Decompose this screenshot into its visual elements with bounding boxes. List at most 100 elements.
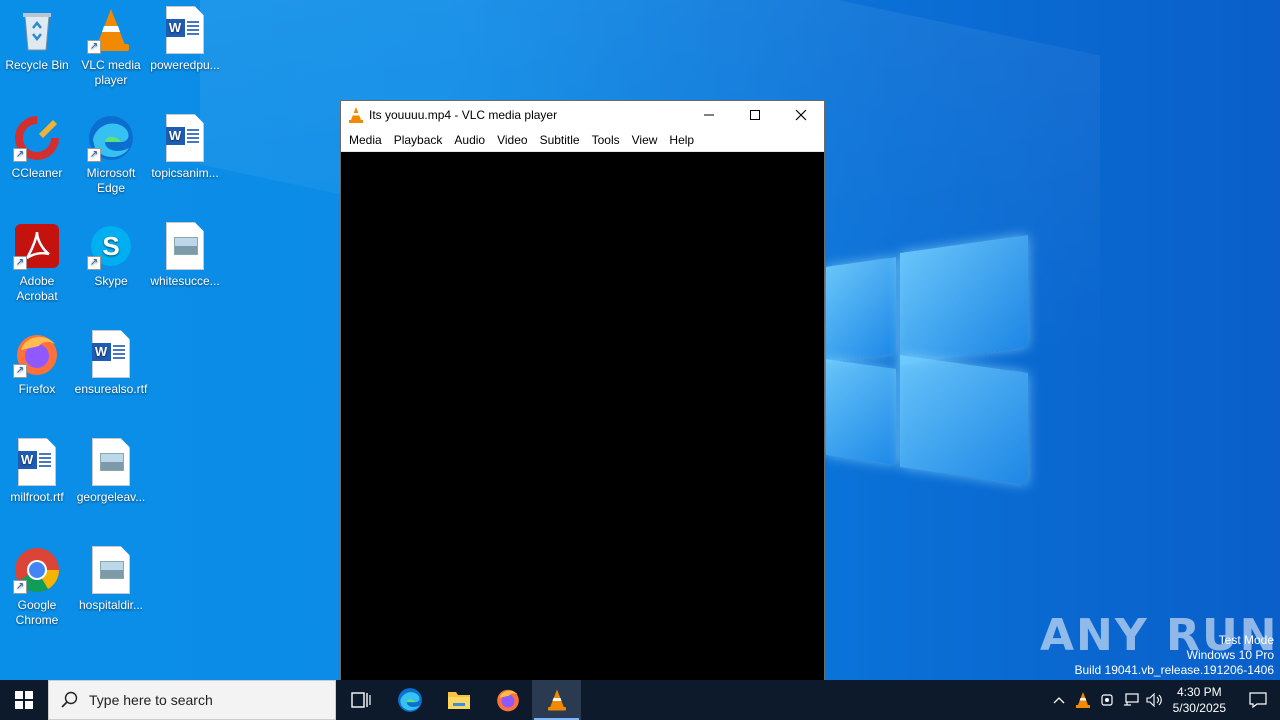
- taskbar-vlc[interactable]: [532, 680, 581, 720]
- desktop-icon-hospitaldir[interactable]: hospitaldir...: [74, 540, 148, 613]
- notification-icon: [1249, 692, 1267, 708]
- close-icon: [795, 109, 807, 121]
- search-icon: [61, 691, 78, 708]
- desktop-icon-ensurealso[interactable]: W ensurealso.rtf: [74, 324, 148, 397]
- task-view-button[interactable]: [336, 680, 385, 720]
- menu-view[interactable]: View: [626, 133, 664, 147]
- vlc-cone-icon: [1075, 692, 1090, 708]
- shortcut-arrow-icon: ↗: [13, 580, 27, 594]
- desktop-icon-label: Skype: [94, 274, 128, 288]
- tray-network[interactable]: [1119, 680, 1143, 720]
- desktop-icon-label: VLC media player: [81, 58, 141, 87]
- video-area[interactable]: [341, 152, 824, 684]
- word-document-icon: W: [87, 330, 135, 378]
- desktop-icon-label: Google Chrome: [15, 598, 59, 627]
- folder-icon: [447, 692, 470, 709]
- tray-volume[interactable]: [1143, 680, 1167, 720]
- network-icon: [1123, 693, 1139, 706]
- desktop-icon-label: Recycle Bin: [5, 58, 69, 72]
- desktop-icon-label: ensurealso.rtf: [74, 382, 148, 396]
- show-hidden-icons-button[interactable]: [1047, 680, 1071, 720]
- close-button[interactable]: [778, 101, 824, 129]
- minimize-icon: [704, 114, 714, 116]
- windows-watermark: Test Mode Windows 10 Pro Build 19041.vb_…: [1075, 633, 1275, 678]
- desktop-icon-microsoft-edge[interactable]: ↗ Microsoft Edge: [74, 108, 148, 196]
- menu-audio[interactable]: Audio: [448, 133, 491, 147]
- clock-time: 4:30 PM: [1176, 685, 1222, 699]
- word-document-icon: W: [161, 114, 209, 162]
- edge-icon: [397, 688, 422, 712]
- adobe-acrobat-icon: ↗: [13, 222, 61, 270]
- firefox-icon: ↗: [13, 330, 61, 378]
- chrome-icon: ↗: [13, 546, 61, 594]
- system-tray: 4:30 PM 5/30/2025: [1047, 680, 1280, 720]
- desktop-icon-label: CCleaner: [11, 166, 63, 180]
- shortcut-arrow-icon: ↗: [13, 256, 27, 270]
- minimize-button[interactable]: [686, 101, 732, 129]
- task-view-icon: [350, 692, 371, 708]
- desktop-icon-label: hospitaldir...: [78, 598, 144, 612]
- desktop-icon-adobe-acrobat[interactable]: ↗ Adobe Acrobat: [0, 216, 74, 304]
- word-document-icon: W: [13, 438, 61, 486]
- desktop-icon-milfroot[interactable]: W milfroot.rtf: [0, 432, 74, 505]
- maximize-button[interactable]: [732, 101, 778, 129]
- windows-start-icon: [15, 691, 33, 709]
- desktop-icon-label: Adobe Acrobat: [16, 274, 58, 303]
- device-icon: [1101, 694, 1113, 706]
- desktop-icon-label: Microsoft Edge: [86, 166, 136, 195]
- vlc-menu-bar: Media Playback Audio Video Subtitle Tool…: [341, 129, 824, 152]
- vlc-title-bar[interactable]: Its youuuu.mp4 - VLC media player: [341, 101, 824, 129]
- skype-icon: S ↗: [87, 222, 135, 270]
- desktop-icon-vlc[interactable]: ↗ VLC media player: [74, 0, 148, 88]
- vlc-window[interactable]: Its youuuu.mp4 - VLC media player Media …: [340, 100, 825, 685]
- menu-video[interactable]: Video: [491, 133, 533, 147]
- edge-icon: ↗: [87, 114, 135, 162]
- menu-subtitle[interactable]: Subtitle: [534, 133, 586, 147]
- maximize-icon: [750, 110, 760, 120]
- desktop-icon-poweredpu[interactable]: W poweredpu...: [148, 0, 222, 73]
- desktop-icon-google-chrome[interactable]: ↗ Google Chrome: [0, 540, 74, 628]
- action-center-button[interactable]: [1236, 680, 1280, 720]
- word-document-icon: W: [161, 6, 209, 54]
- volume-icon: [1146, 693, 1162, 707]
- recycle-bin-icon: [13, 6, 61, 54]
- desktop-icon-recycle-bin[interactable]: Recycle Bin: [0, 0, 74, 73]
- taskbar-file-explorer[interactable]: [434, 680, 483, 720]
- taskbar: Type here to search 4:30 PM 5/30/2025: [0, 680, 1280, 720]
- build-text: Build 19041.vb_release.191206-1406: [1074, 663, 1275, 677]
- shortcut-arrow-icon: ↗: [13, 148, 27, 162]
- desktop-icon-label: whitesucce...: [150, 274, 220, 288]
- vlc-cone-icon: [349, 107, 363, 123]
- shortcut-arrow-icon: ↗: [87, 40, 101, 54]
- desktop-icon-georgeleav[interactable]: georgeleav...: [74, 432, 148, 505]
- taskbar-search-box[interactable]: Type here to search: [48, 680, 336, 720]
- tray-device[interactable]: [1095, 680, 1119, 720]
- window-title: Its youuuu.mp4 - VLC media player: [369, 108, 558, 122]
- menu-tools[interactable]: Tools: [586, 133, 626, 147]
- menu-playback[interactable]: Playback: [388, 133, 449, 147]
- taskbar-firefox[interactable]: [483, 680, 532, 720]
- test-mode-text: Test Mode: [1218, 633, 1274, 647]
- vlc-cone-icon: [547, 689, 566, 711]
- search-placeholder: Type here to search: [89, 692, 213, 708]
- desktop-icon-whitesucce[interactable]: whitesucce...: [148, 216, 222, 289]
- start-button[interactable]: [0, 680, 48, 720]
- tray-vlc[interactable]: [1071, 680, 1095, 720]
- clock-date: 5/30/2025: [1172, 701, 1226, 715]
- image-file-icon: [87, 438, 135, 486]
- taskbar-edge[interactable]: [385, 680, 434, 720]
- menu-help[interactable]: Help: [663, 133, 700, 147]
- chevron-up-icon: [1053, 697, 1065, 704]
- taskbar-clock[interactable]: 4:30 PM 5/30/2025: [1167, 684, 1236, 716]
- image-file-icon: [161, 222, 209, 270]
- desktop-icon-skype[interactable]: S ↗ Skype: [74, 216, 148, 289]
- shortcut-arrow-icon: ↗: [87, 148, 101, 162]
- windows-logo-wallpaper: [826, 235, 1030, 485]
- desktop-icon-ccleaner[interactable]: ↗ CCleaner: [0, 108, 74, 181]
- desktop-icon-label: Firefox: [18, 382, 56, 396]
- desktop-icon-label: topicsanim...: [151, 166, 219, 180]
- desktop-icon-topicsanim[interactable]: W topicsanim...: [148, 108, 222, 181]
- menu-media[interactable]: Media: [343, 133, 388, 147]
- vlc-cone-icon: ↗: [87, 6, 135, 54]
- desktop-icon-firefox[interactable]: ↗ Firefox: [0, 324, 74, 397]
